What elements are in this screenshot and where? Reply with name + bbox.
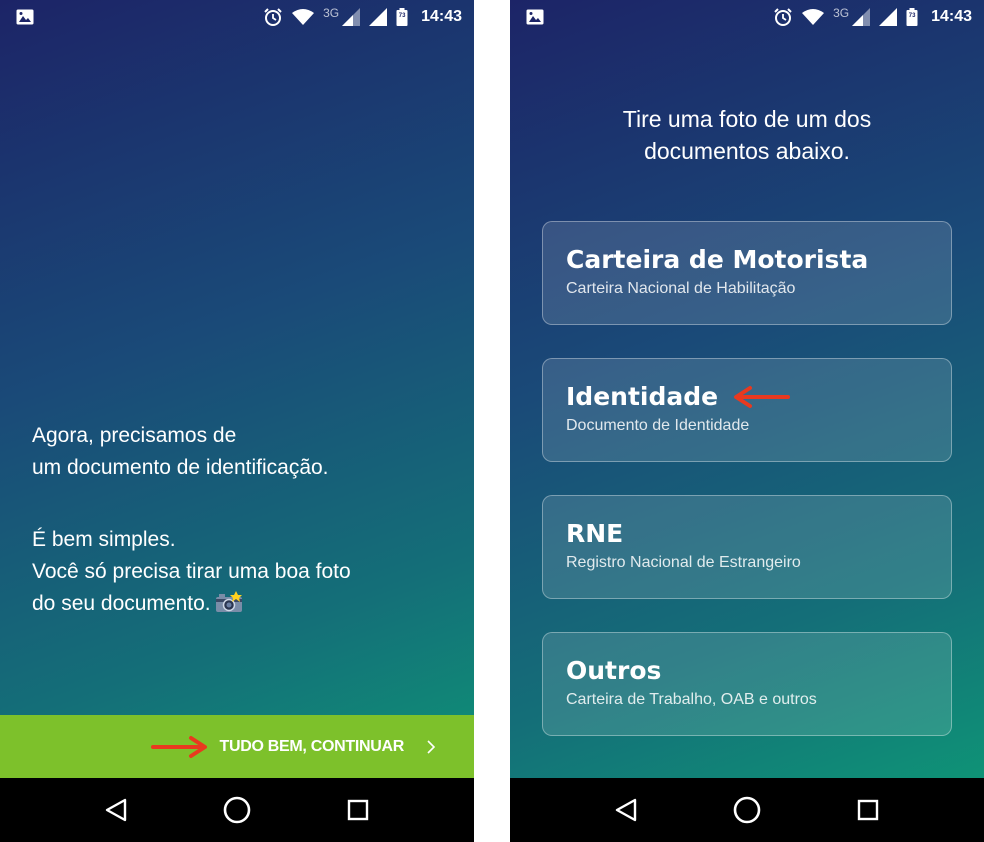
clock-time: 14:43 (931, 8, 972, 25)
battery-level-label: 73 (908, 13, 916, 19)
nav-bar (0, 778, 474, 842)
simple-line-wrap: do seu documento. (32, 588, 442, 623)
option-subtitle: Carteira Nacional de Habilitação (566, 280, 796, 297)
gallery-icon (16, 9, 34, 25)
option-title: Outros (566, 653, 929, 689)
gallery-icon (526, 9, 544, 25)
recents-button[interactable] (848, 790, 888, 830)
intro-line: um documento de identificação. (32, 456, 329, 479)
arrow-right-icon (151, 735, 209, 759)
home-icon (733, 796, 761, 824)
home-icon (223, 796, 251, 824)
battery-icon: 73 (396, 8, 408, 26)
continue-button-label: TUDO BEM, CONTINUAR (219, 737, 404, 755)
option-identidade[interactable]: Identidade Documento de Identidade (542, 358, 952, 462)
intro-line: Agora, precisamos de (32, 424, 237, 447)
option-subtitle: Registro Nacional de Estrangeiro (566, 554, 801, 571)
option-carteira-de-motorista[interactable]: Carteira de Motorista Carteira Nacional … (542, 221, 952, 325)
home-button[interactable] (727, 790, 767, 830)
page-title: Tire uma foto de um dos documentos abaix… (510, 103, 984, 167)
option-title-text: RNE (566, 519, 624, 548)
signal-icon (852, 8, 871, 26)
network-type-label: 3G (323, 6, 340, 20)
clock-time: 14:43 (421, 8, 462, 25)
alarm-icon (263, 7, 283, 27)
signal-icon (369, 8, 388, 26)
simple-line: do seu documento. (32, 592, 211, 615)
network-type-label: 3G (833, 6, 850, 20)
recents-icon (858, 799, 879, 821)
phone-screen-right: 3G 73 14:43 Tire uma foto de um dos docu… (510, 0, 984, 842)
option-title: RNE (566, 516, 929, 552)
option-title-text: Carteira de Motorista (566, 245, 869, 274)
option-title-text: Identidade (566, 382, 719, 411)
prompt-line: Tire uma foto de um dos (622, 106, 872, 132)
recents-button[interactable] (338, 790, 378, 830)
status-bar: 3G 73 14:43 (0, 0, 474, 34)
arrow-left-icon (732, 385, 791, 409)
simple-line: Você só precisa tirar uma boa foto (32, 560, 351, 583)
signal-icon (342, 8, 361, 26)
back-icon (105, 798, 126, 822)
battery-level-label: 73 (398, 13, 406, 19)
wifi-icon (292, 8, 315, 26)
option-outros[interactable]: Outros Carteira de Trabalho, OAB e outro… (542, 632, 952, 736)
option-title: Carteira de Motorista (566, 242, 929, 278)
option-title: Identidade (566, 379, 929, 415)
back-button[interactable] (606, 790, 646, 830)
battery-icon: 73 (906, 8, 918, 26)
nav-bar (510, 778, 984, 842)
camera-icon (215, 591, 243, 623)
chevron-right-icon (426, 739, 436, 754)
option-subtitle: Carteira de Trabalho, OAB e outros (566, 691, 817, 708)
option-title-text: Outros (566, 656, 662, 685)
option-rne[interactable]: RNE Registro Nacional de Estrangeiro (542, 495, 952, 599)
home-button[interactable] (217, 790, 257, 830)
intro-text: Agora, precisamos de um documento de ide… (32, 420, 442, 623)
wifi-icon (802, 8, 825, 26)
prompt-line: documentos abaixo. (644, 138, 850, 164)
continue-button[interactable]: TUDO BEM, CONTINUAR (0, 715, 474, 778)
recents-icon (348, 799, 369, 821)
back-button[interactable] (96, 790, 136, 830)
alarm-icon (773, 7, 793, 27)
back-icon (615, 798, 636, 822)
simple-line: É bem simples. (32, 528, 176, 551)
phone-screen-left: 3G 73 14:43 Agora, precisamos de um docu… (0, 0, 474, 842)
status-bar: 3G 73 14:43 (510, 0, 984, 34)
option-subtitle: Documento de Identidade (566, 417, 750, 434)
signal-icon (879, 8, 898, 26)
